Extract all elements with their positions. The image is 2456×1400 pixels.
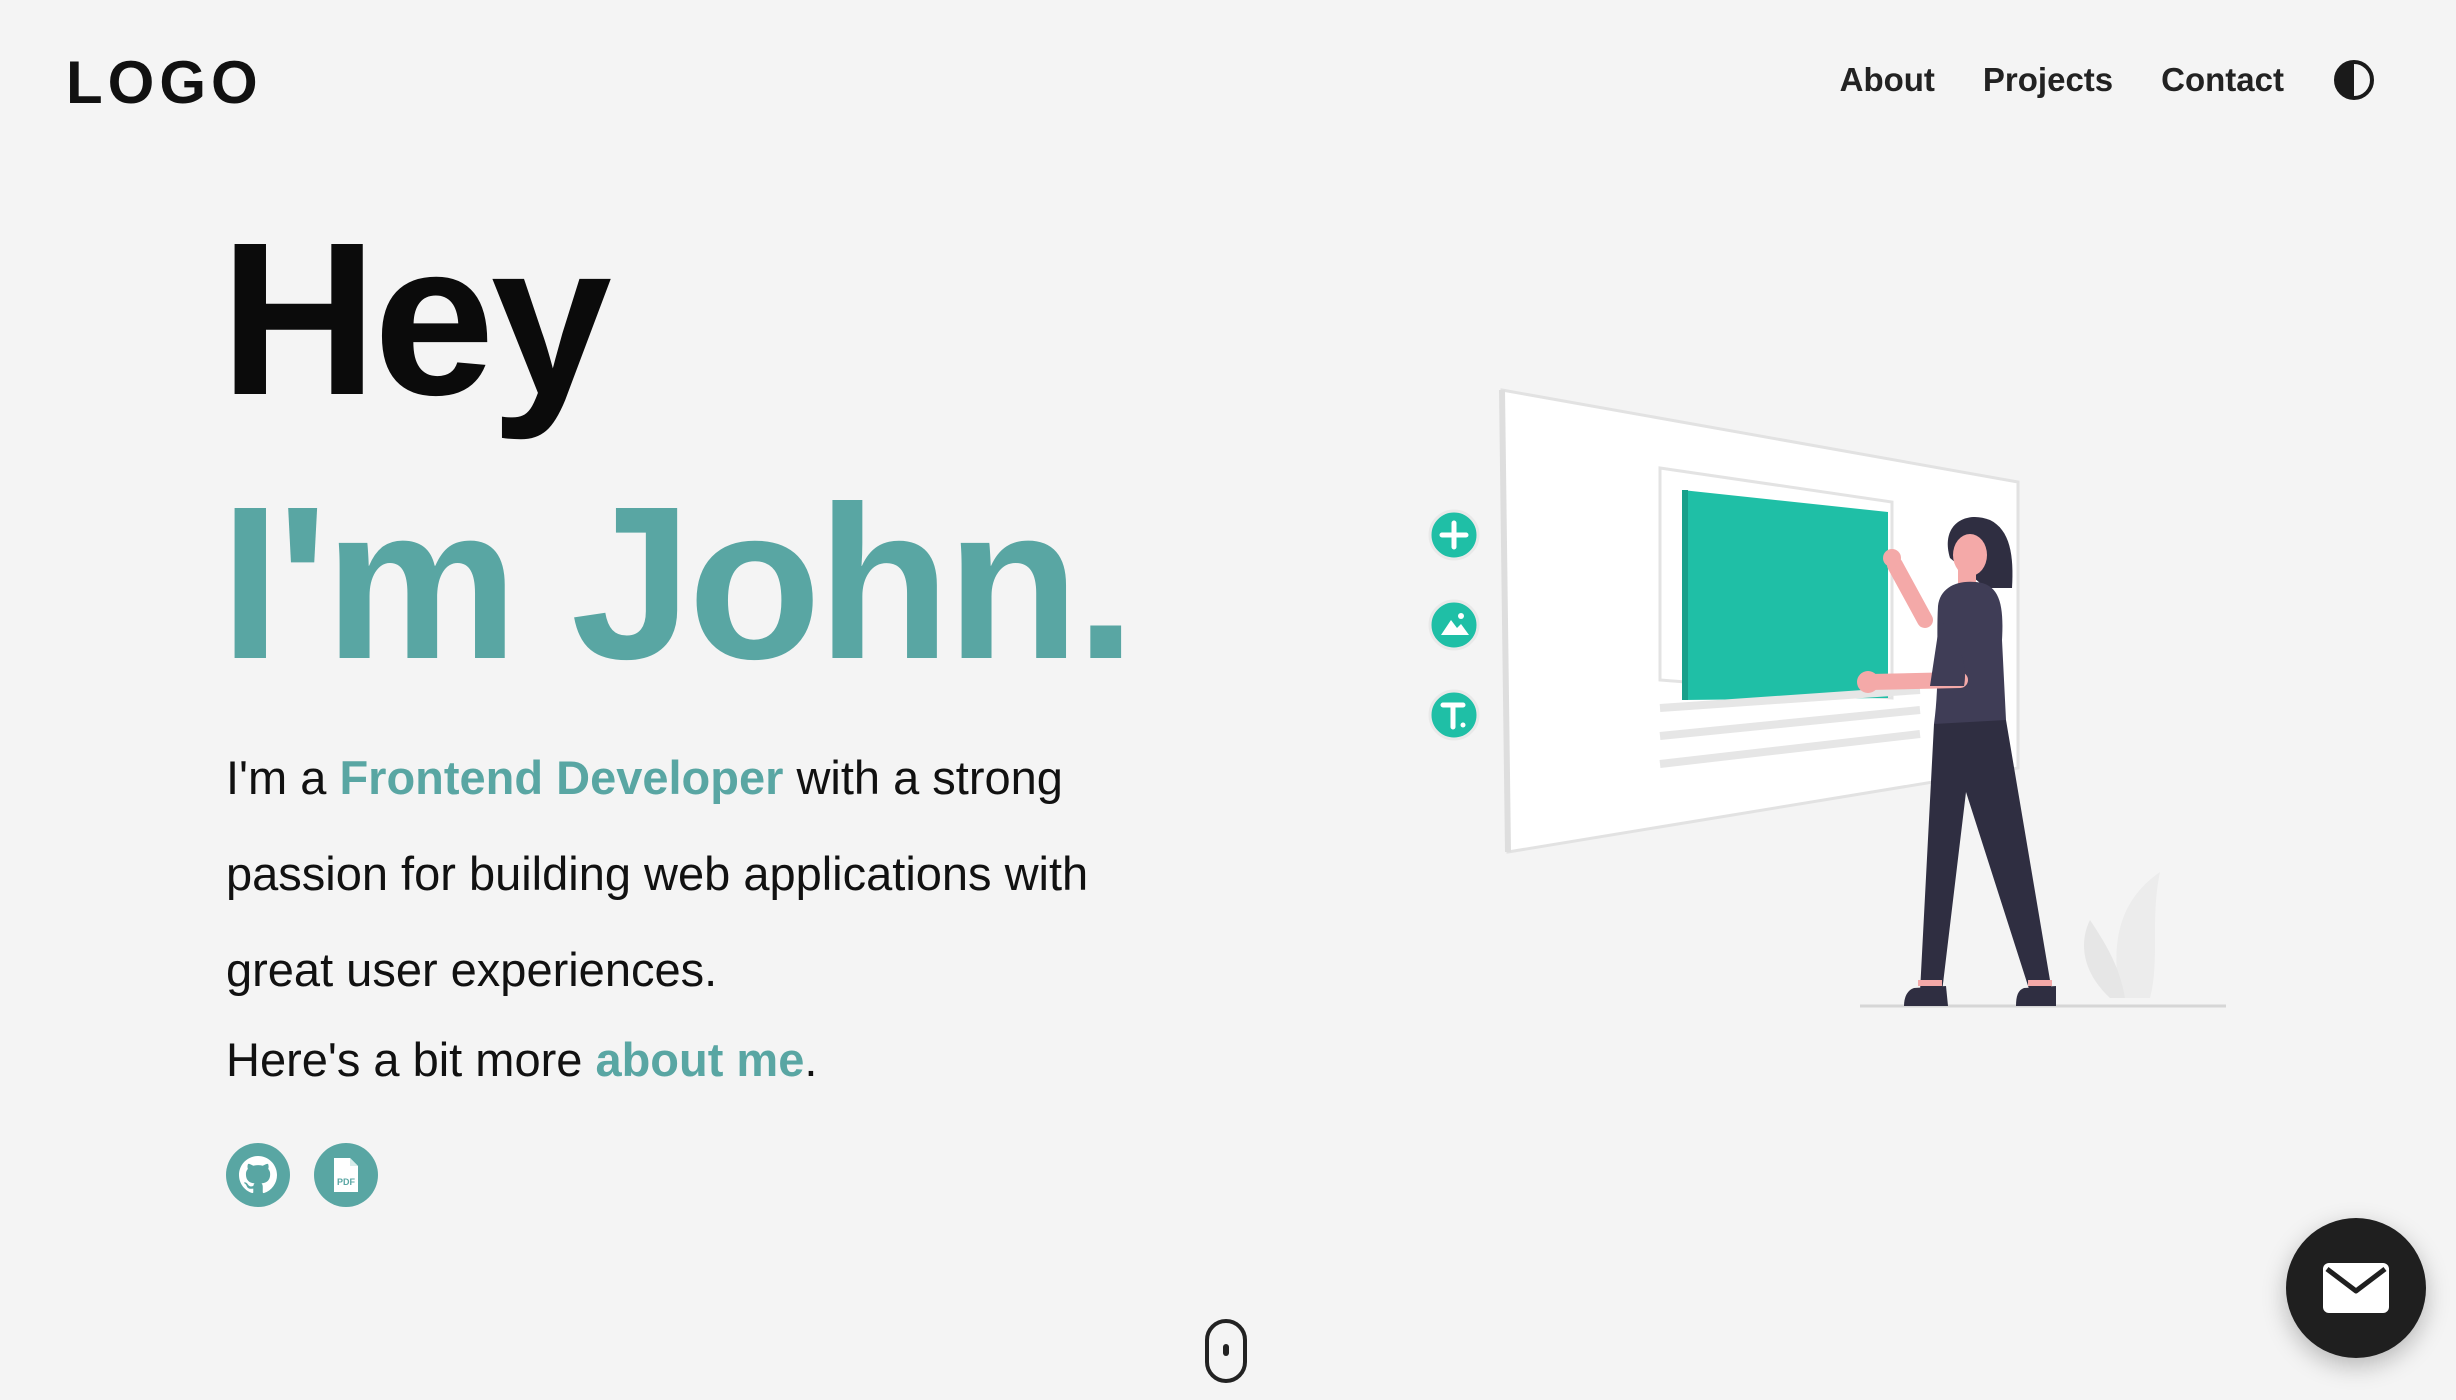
developer-illustration: [1428, 388, 2226, 1008]
logo[interactable]: LOGO: [66, 48, 263, 117]
pdf-resume-icon: PDF: [334, 1158, 358, 1192]
more-prefix: Here's a bit more: [226, 1033, 596, 1086]
resume-pdf-link[interactable]: PDF: [314, 1143, 378, 1207]
mail-icon: [2323, 1263, 2389, 1313]
hero-greeting: Hey: [220, 198, 612, 441]
text-icon: [1428, 689, 1480, 741]
about-me-link[interactable]: about me: [595, 1033, 804, 1086]
social-links: PDF: [226, 1143, 402, 1207]
theme-toggle-icon[interactable]: [2332, 58, 2376, 102]
image-icon: [1428, 599, 1480, 651]
intro-prefix: I'm a: [226, 751, 340, 804]
github-icon: [239, 1156, 277, 1194]
nav-projects-link[interactable]: Projects: [1983, 60, 2113, 100]
hero-more-text: Here's a bit more about me.: [226, 1012, 817, 1108]
mouse-scroll-icon[interactable]: [1204, 1318, 1248, 1384]
github-link[interactable]: [226, 1143, 290, 1207]
more-suffix: .: [804, 1033, 818, 1086]
contact-mail-button[interactable]: [2286, 1218, 2426, 1358]
plus-icon: [1428, 509, 1480, 561]
intro-role: Frontend Developer: [339, 751, 784, 804]
nav-contact-link[interactable]: Contact: [2161, 60, 2284, 100]
main-nav: About Projects Contact: [1792, 58, 2376, 102]
hero-name: I'm John.: [220, 462, 1136, 705]
svg-text:PDF: PDF: [337, 1177, 356, 1187]
nav-about-link[interactable]: About: [1840, 60, 1935, 100]
hero-intro: I'm a Frontend Developer with a strong p…: [226, 730, 1166, 1018]
